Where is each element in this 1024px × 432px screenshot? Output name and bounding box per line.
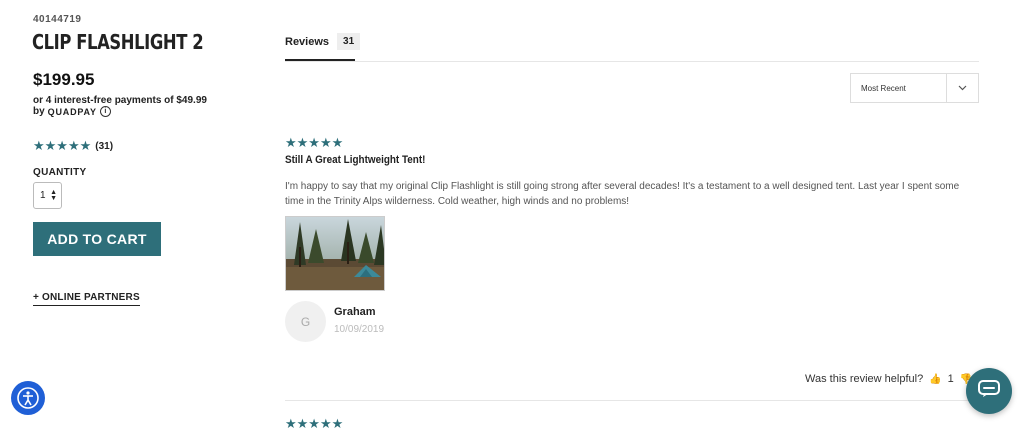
thumbs-up-icon[interactable]: 👍 — [929, 374, 941, 385]
helpful-yes-count: 1 — [947, 373, 954, 385]
product-title: CLIP FLASHLIGHT 2 — [32, 30, 204, 54]
quantity-label: QUANTITY — [33, 167, 87, 178]
product-price: $199.95 — [33, 70, 95, 89]
review-date: 10/09/2019 — [334, 324, 385, 335]
reviewer-name: Graham — [334, 306, 376, 318]
review-title: Still A Great Lightweight Tent! — [285, 154, 426, 166]
by-label: by — [33, 106, 45, 117]
add-to-cart-button[interactable]: ADD TO CART — [33, 222, 161, 256]
review-photo[interactable] — [285, 216, 385, 291]
helpful-question: Was this review helpful? — [805, 373, 924, 385]
up-down-arrows-icon: ▲ ▼ — [50, 188, 57, 202]
review-divider — [285, 400, 979, 401]
product-sku: 40144719 — [33, 14, 82, 25]
quantity-value: 1 — [40, 190, 46, 201]
tab-reviews-count: 31 — [337, 33, 361, 50]
quantity-select[interactable]: 1 ▲ ▼ — [33, 182, 62, 209]
sort-selected: Most Recent — [861, 83, 906, 93]
chat-icon — [978, 379, 1000, 403]
next-review-stars: ★★★★★ — [285, 416, 344, 431]
rating-count[interactable]: (31) — [95, 141, 113, 152]
rating-stars: ★★★★★ — [33, 138, 92, 153]
avatar: G — [285, 301, 326, 342]
online-partners-link[interactable]: + ONLINE PARTNERS — [33, 292, 140, 306]
review-helpful: Was this review helpful? 👍 1 👎 — [805, 373, 972, 385]
chevron-down-icon — [947, 84, 978, 93]
accessibility-icon[interactable] — [11, 381, 45, 415]
info-icon[interactable]: i — [99, 106, 111, 117]
quadpay-row: by QUADPAY i — [33, 106, 111, 117]
chat-button[interactable] — [966, 368, 1012, 414]
quadpay-logo: QUADPAY — [47, 106, 97, 117]
tab-divider — [285, 61, 979, 62]
tab-reviews[interactable]: Reviews 31 — [285, 33, 361, 50]
sort-select[interactable]: Most Recent — [850, 73, 979, 103]
review-body: I'm happy to say that my original Clip F… — [285, 181, 960, 207]
product-rating[interactable]: ★★★★★ (31) — [33, 138, 113, 154]
review-stars: ★★★★★ — [285, 135, 344, 150]
tab-reviews-label: Reviews — [285, 35, 330, 48]
